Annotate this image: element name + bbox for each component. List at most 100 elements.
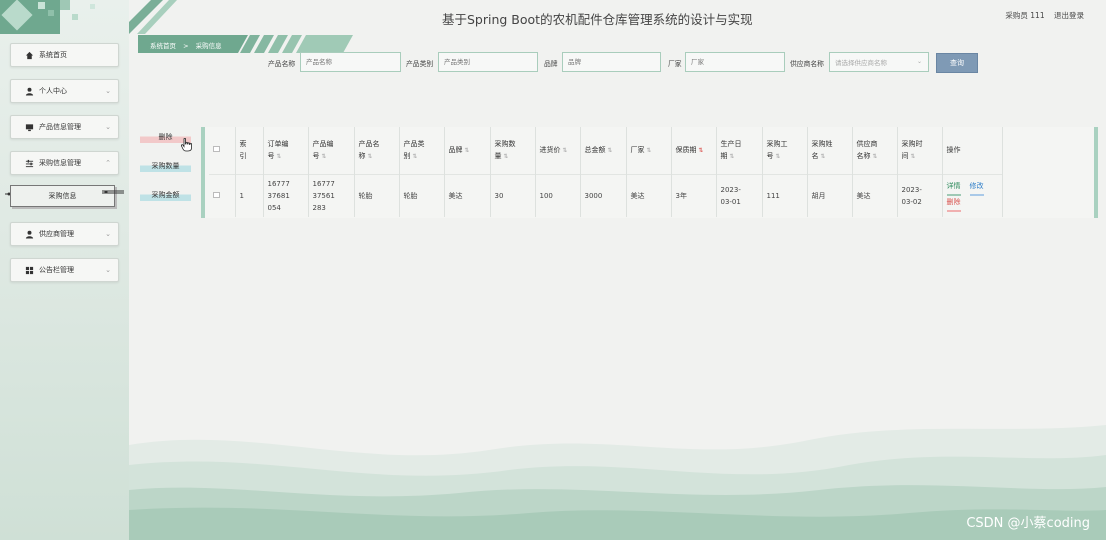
column-header[interactable]: 产品编 号 ⇅: [308, 127, 355, 174]
table-cell: 轮胎: [354, 174, 400, 217]
submenu-decoration: [102, 190, 124, 194]
product-name-label: 产品名称: [268, 60, 296, 68]
table-header-row: 索 引 订单编 号 ⇅ 产品编 号 ⇅ 产品名 称 ⇅ 产品类 别 ⇅ 品牌 ⇅ 采购数 量…: [209, 127, 1003, 174]
header-decoration: [129, 0, 177, 34]
sidebar-item-purchase-info[interactable]: 采购信息管理 ⌃: [10, 151, 119, 175]
edit-link[interactable]: 修改: [969, 180, 984, 196]
chevron-down-icon: ⌄: [105, 87, 111, 95]
table-cell: 30: [490, 174, 536, 217]
maker-input[interactable]: [685, 52, 785, 72]
table-cell: 1: [235, 174, 264, 217]
product-name-input[interactable]: [300, 52, 401, 72]
sidebar-item-notice[interactable]: 公告栏管理 ⌄: [10, 258, 119, 282]
table-cell: 2023- 03-02: [897, 174, 943, 217]
watermark: CSDN @小蔡coding: [966, 516, 1090, 531]
sort-icon[interactable]: ⇅: [561, 147, 567, 154]
sort-icon[interactable]: ⇅: [909, 153, 915, 160]
sort-icon[interactable]: ⇅: [697, 147, 703, 154]
table-cell: 3000: [580, 174, 627, 217]
column-header[interactable]: 采购工 号 ⇅: [762, 127, 808, 174]
product-type-input[interactable]: [438, 52, 538, 72]
table-cell: 美达: [626, 174, 672, 217]
sort-icon[interactable]: ⇅: [320, 153, 326, 160]
column-header-label: 索 引: [239, 140, 247, 161]
sort-icon[interactable]: ⇅: [411, 153, 417, 160]
column-header[interactable]: 产品类 别 ⇅: [399, 127, 445, 174]
column-header[interactable]: 厂家 ⇅: [626, 127, 672, 174]
data-table: 索 引 订单编 号 ⇅ 产品编 号 ⇅ 产品名 称 ⇅ 产品类 别 ⇅ 品牌 ⇅ 采购数 量…: [209, 127, 1003, 217]
brand-input[interactable]: [562, 52, 661, 72]
column-header[interactable]: 进货价 ⇅: [535, 127, 581, 174]
username: 采购员 111: [1005, 11, 1045, 20]
table-row: 1 16777 37681 054 16777 37561 283 轮胎 轮胎 美达 30 1…: [209, 174, 1003, 217]
sidebar-item-personal-center[interactable]: 个人中心 ⌄: [10, 79, 119, 103]
product-type-label: 产品类别: [406, 60, 434, 68]
column-header[interactable]: 采购姓 名 ⇅: [807, 127, 853, 174]
sort-icon[interactable]: ⇅: [275, 153, 281, 160]
sort-icon[interactable]: ⇅: [502, 153, 508, 160]
table-cell: 16777 37561 283: [308, 174, 355, 217]
column-header[interactable]: 采购数 量 ⇅: [490, 127, 536, 174]
chevron-down-icon: ⌄: [105, 123, 111, 131]
sort-icon[interactable]: ⇅: [871, 153, 877, 160]
select-all-checkbox-cell[interactable]: [209, 127, 236, 174]
purchase-table: 索 引 订单编 号 ⇅ 产品编 号 ⇅ 产品名 称 ⇅ 产品类 别 ⇅ 品牌 ⇅ 采购数 量…: [201, 127, 1098, 218]
breadcrumb-home[interactable]: 系统首页: [150, 42, 176, 50]
purchase-quantity-button[interactable]: 采购数量: [140, 160, 191, 172]
chevron-up-icon: ⌃: [105, 159, 111, 167]
sort-icon[interactable]: ⇅: [463, 147, 469, 154]
column-header[interactable]: 供应商 名称 ⇅: [852, 127, 898, 174]
sidebar-item-label: 采购信息管理: [39, 159, 81, 167]
detail-link[interactable]: 详情: [946, 180, 961, 196]
column-header-label: 操作: [946, 146, 961, 155]
sidebar: 系统首页 个人中心 ⌄ 产品信息管理 ⌄ 采购信息管理 ⌃ 采购信息 供应商管理…: [0, 0, 129, 540]
sidebar-item-label: 供应商管理: [39, 230, 74, 238]
select-all-checkbox[interactable]: [213, 146, 220, 153]
column-header[interactable]: 生产日 期 ⇅: [716, 127, 763, 174]
chevron-down-icon: ⌄: [105, 230, 111, 238]
column-header[interactable]: 产品名 称 ⇅: [354, 127, 400, 174]
row-checkbox[interactable]: [213, 191, 220, 198]
submenu-item-purchase-info[interactable]: 采购信息: [10, 185, 115, 207]
column-header-label: 厂家: [630, 145, 645, 154]
logout-link[interactable]: 退出登录: [1054, 11, 1084, 20]
sort-icon[interactable]: ⇅: [819, 153, 825, 160]
sidebar-item-label: 个人中心: [39, 87, 67, 95]
logo-decoration: [0, 0, 95, 34]
home-icon: [24, 50, 34, 60]
column-header[interactable]: 品牌 ⇅: [444, 127, 491, 174]
column-header[interactable]: 保质期 ⇅: [671, 127, 717, 174]
table-cell: 16777 37681 054: [263, 174, 309, 217]
user-info: 采购员 111 退出登录: [998, 10, 1084, 21]
query-button[interactable]: 查询: [936, 53, 978, 73]
breadcrumb: 系统首页 > 采购信息: [150, 40, 227, 50]
purchase-amount-button[interactable]: 采购金额: [140, 189, 191, 201]
sort-icon[interactable]: ⇅: [366, 153, 372, 160]
table-cell: 100: [535, 174, 581, 217]
background-waves: [129, 425, 1106, 540]
sidebar-item-home[interactable]: 系统首页: [10, 43, 119, 67]
table-cell: 111: [762, 174, 808, 217]
sort-icon[interactable]: ⇅: [774, 153, 780, 160]
supplier-select-placeholder: 请选择供应商名称: [835, 59, 887, 67]
column-header-label: 进货价: [539, 145, 561, 154]
table-cell: 轮胎: [399, 174, 445, 217]
column-header[interactable]: 订单编 号 ⇅: [263, 127, 309, 174]
sidebar-item-product-info[interactable]: 产品信息管理 ⌄: [10, 115, 119, 139]
table-cell: 美达: [444, 174, 491, 217]
sort-icon[interactable]: ⇅: [728, 153, 734, 160]
supplier-select[interactable]: 请选择供应商名称 ⌄: [829, 52, 929, 72]
sidebar-item-supplier[interactable]: 供应商管理 ⌄: [10, 222, 119, 246]
table-cell: 2023- 03-01: [716, 174, 763, 217]
sort-icon[interactable]: ⇅: [645, 147, 651, 154]
column-header[interactable]: 总金额 ⇅: [580, 127, 627, 174]
sort-icon[interactable]: ⇅: [606, 147, 612, 154]
breadcrumb-current: 采购信息: [195, 42, 222, 50]
breadcrumb-separator: >: [183, 42, 189, 50]
brand-label: 品牌: [544, 60, 558, 68]
user-icon: [24, 229, 34, 239]
row-checkbox-cell[interactable]: [209, 174, 236, 217]
column-header[interactable]: 采购时 间 ⇅: [897, 127, 943, 174]
delete-link[interactable]: 删除: [946, 196, 961, 212]
sidebar-item-label: 公告栏管理: [39, 266, 74, 274]
